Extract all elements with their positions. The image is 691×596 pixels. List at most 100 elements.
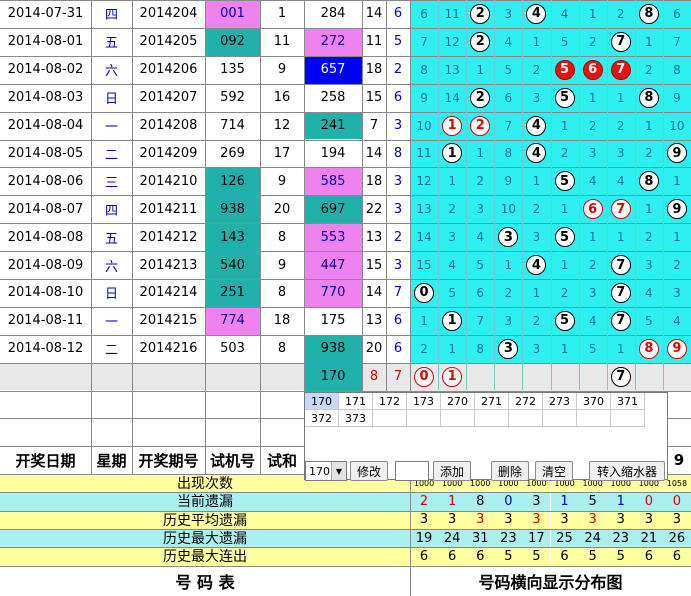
miss-count: 3 — [532, 230, 541, 245]
week-cell: 五 — [104, 231, 118, 247]
miss-count: 4 — [588, 313, 597, 328]
miss-count: 3 — [448, 230, 456, 245]
dist-cell: 1 — [494, 251, 522, 279]
period-cell: 2014204 — [139, 6, 198, 22]
dist-cell: 2 — [466, 112, 494, 140]
stat-value: 3 — [494, 510, 523, 529]
number-input[interactable] — [395, 461, 429, 481]
number-list-item[interactable]: 170 — [305, 393, 339, 410]
ball-black: 7 — [610, 31, 631, 52]
miss-count: 1 — [560, 202, 569, 217]
number-list-item[interactable]: 370 — [577, 393, 611, 410]
miss-count: 3 — [588, 285, 597, 300]
span-cell: 14 — [365, 6, 383, 22]
week-cell: 二 — [104, 343, 118, 359]
number-list-item[interactable]: 173 — [407, 393, 441, 410]
span-cell: 22 — [365, 201, 383, 217]
miss-count: 2 — [532, 313, 541, 328]
number-list-item[interactable]: 172 — [373, 393, 407, 410]
span-cell: 18 — [365, 173, 383, 189]
grid-line — [0, 529, 691, 530]
ball-redout: 2 — [470, 115, 491, 136]
stat-value: 25 — [550, 528, 579, 548]
miss-count: 8 — [673, 62, 681, 77]
trial-cell: 503 — [205, 334, 260, 363]
open-number-cell: 938 — [304, 334, 362, 363]
dist-cell: 7 — [607, 251, 635, 279]
number-list-item[interactable]: 372 — [305, 410, 339, 427]
trial-cell: 001 — [205, 0, 260, 28]
grid-line — [634, 0, 636, 390]
dist-cell: 1 — [438, 112, 466, 140]
miss-count: 3 — [616, 146, 625, 161]
date-cell: 2014-08-06 — [7, 173, 84, 189]
miss-count: 1 — [448, 174, 456, 189]
miss-count: 5 — [645, 313, 653, 328]
stat-value: 6 — [634, 547, 663, 566]
dist-cell: 3 — [466, 195, 494, 223]
grid-line — [0, 251, 691, 253]
chevron-down-icon[interactable]: ▼ — [331, 462, 346, 480]
trial-cell: 592 — [205, 83, 260, 112]
trial-cell: 540 — [205, 251, 260, 279]
stat-value: 21 — [634, 528, 663, 548]
number-list-item[interactable]: 371 — [611, 393, 645, 410]
trial-cell: 135 — [205, 55, 260, 84]
dist-cell: 3 — [579, 279, 607, 307]
number-list-item[interactable]: 273 — [543, 393, 577, 410]
dist-cell: 9 — [663, 140, 691, 168]
number-select[interactable]: 170 ▼ — [305, 461, 347, 481]
tail-cell: 6 — [393, 341, 403, 357]
miss-count: 8 — [420, 62, 428, 77]
dist-cell: 8 — [635, 335, 663, 363]
number-list-item[interactable]: 171 — [339, 393, 373, 410]
period-cell: 2014215 — [139, 313, 198, 329]
tail-cell: 5 — [393, 34, 403, 50]
miss-count: 14 — [444, 90, 460, 105]
delete-button[interactable]: 删除 — [491, 461, 529, 481]
miss-count: 4 — [616, 174, 625, 189]
modify-button[interactable]: 修改 — [350, 461, 388, 481]
dist-cell: 12 — [438, 28, 466, 56]
dist-cell: 9 — [663, 335, 691, 363]
miss-count: 2 — [448, 202, 456, 217]
shrink-button[interactable]: 转入缩水器 — [589, 461, 665, 481]
dist-cell: 4 — [522, 140, 550, 168]
dist-cell: 5 — [551, 84, 579, 112]
date-cell: 2014-08-12 — [7, 341, 84, 357]
grid-line — [0, 566, 691, 567]
week-cell: 日 — [104, 287, 118, 303]
open-number-cell: 657 — [304, 55, 362, 84]
miss-count: 8 — [476, 341, 485, 356]
dist-cell: 4 — [579, 167, 607, 195]
dist-cell: 7 — [410, 28, 438, 56]
dist-cell: 14 — [438, 84, 466, 112]
number-list-item[interactable]: 373 — [339, 410, 373, 427]
tail-cell: 3 — [393, 201, 403, 217]
stat-value: 6 — [662, 547, 691, 566]
ball: 7 — [610, 366, 631, 387]
period-cell: 2014208 — [139, 118, 198, 134]
ball-black: 8 — [638, 87, 659, 108]
open-number-cell: 697 — [304, 195, 362, 224]
number-list-item[interactable]: 271 — [475, 393, 509, 410]
number-list-item[interactable]: 270 — [441, 393, 475, 410]
week-cell: 一 — [104, 315, 118, 331]
dist-cell: 4 — [522, 0, 550, 28]
number-list-item[interactable]: 272 — [509, 393, 543, 410]
date-cell: 2014-08-10 — [7, 285, 84, 301]
clear-button[interactable]: 清空 — [535, 461, 573, 481]
period-cell: 2014213 — [139, 257, 198, 273]
grid-line — [410, 474, 411, 596]
miss-count: 1 — [645, 118, 653, 133]
dist-cell: 4 — [522, 112, 550, 140]
add-button[interactable]: 添加 — [433, 461, 471, 481]
dist-cell: 1 — [522, 279, 550, 307]
dist-cell: 2 — [663, 251, 691, 279]
grid-line — [0, 83, 691, 85]
footer-left: 号 码 表 — [0, 566, 410, 596]
empty-slot — [475, 410, 509, 427]
dist-cell: 5 — [551, 167, 579, 195]
dist-cell: 1 — [579, 84, 607, 112]
miss-count: 3 — [532, 90, 541, 105]
